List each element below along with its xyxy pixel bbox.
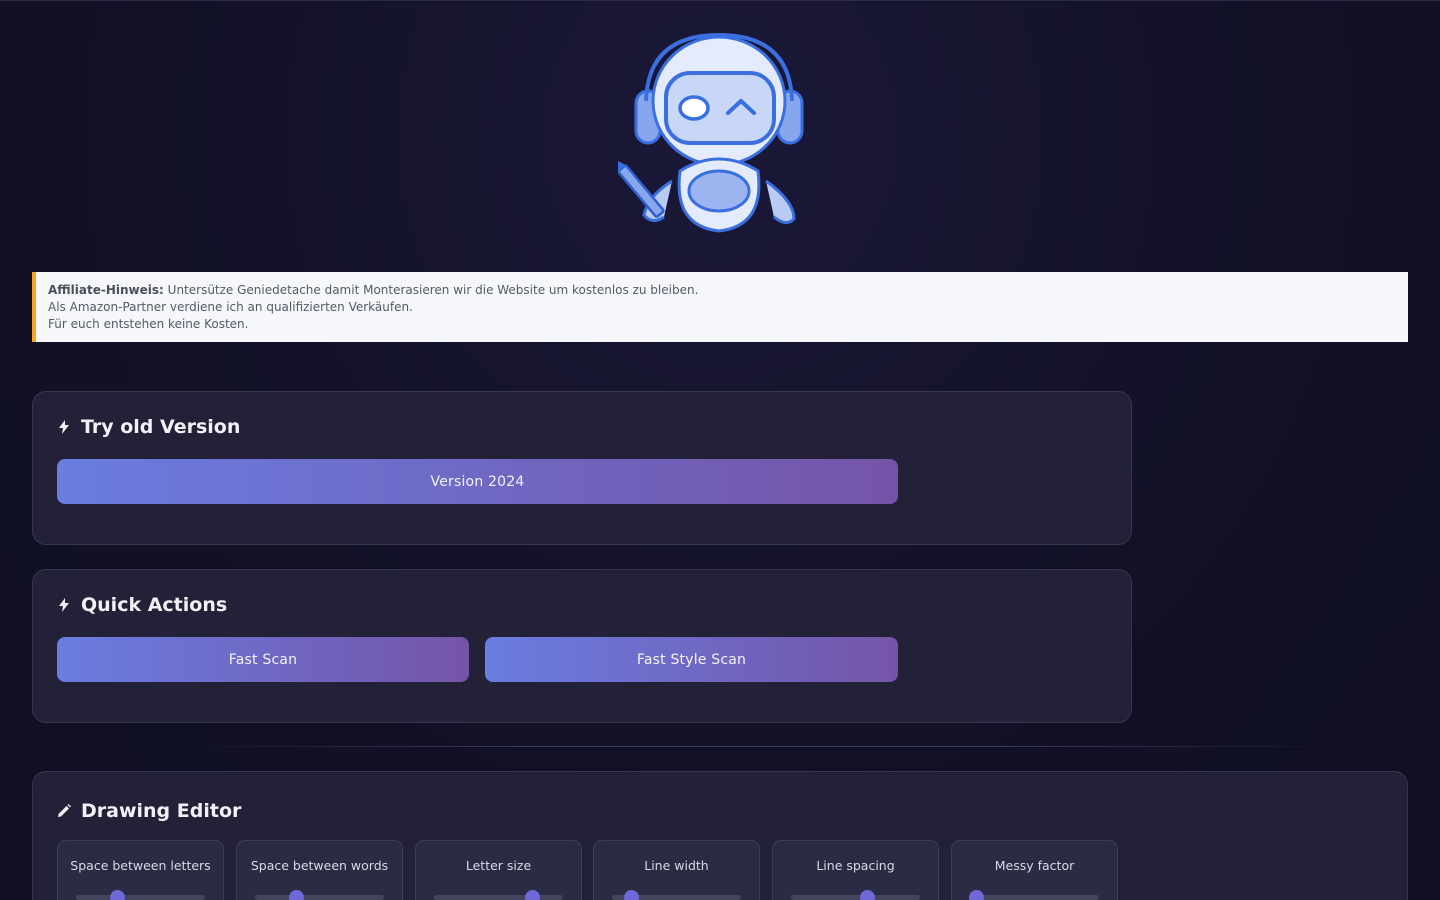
- letter-size-slider[interactable]: [434, 890, 563, 900]
- affiliate-notice-line-2: Als Amazon-Partner verdiene ich an quali…: [48, 300, 413, 314]
- slider-thumb[interactable]: [860, 890, 876, 900]
- old-version-title: Try old Version: [57, 416, 240, 438]
- line-spacing-slider[interactable]: [791, 890, 920, 900]
- robot-mascot-logo: [618, 32, 804, 233]
- space-between-words-slider[interactable]: [255, 890, 384, 900]
- drawing-editor-title: Drawing Editor: [57, 800, 241, 822]
- old-version-card: Try old Version Version 2024: [32, 391, 1132, 545]
- affiliate-notice-label: Affiliate-Hinweis:: [48, 283, 164, 297]
- affiliate-notice-line-3: Für euch entstehen keine Kosten.: [48, 317, 249, 331]
- space-between-letters-slider[interactable]: [76, 890, 205, 900]
- drawing-editor-card: Drawing Editor Space between letters Spa…: [32, 771, 1408, 900]
- old-version-title-text: Try old Version: [81, 416, 241, 438]
- affiliate-notice: Affiliate-Hinweis: Untersütze Geniedetac…: [32, 272, 1408, 342]
- pencil-icon: [57, 803, 71, 819]
- slider-thumb[interactable]: [969, 890, 985, 900]
- slider-thumb[interactable]: [110, 890, 126, 900]
- quick-actions-title: Quick Actions: [57, 594, 227, 616]
- quick-actions-card: Quick Actions Fast Scan Fast Style Scan: [32, 569, 1132, 723]
- control-label: Line width: [644, 858, 709, 873]
- affiliate-notice-line-1: Untersütze Geniedetache damit Monterasie…: [167, 283, 699, 297]
- page: Affiliate-Hinweis: Untersütze Geniedetac…: [0, 0, 1440, 900]
- control-letter-size: Letter size: [415, 840, 582, 900]
- control-label: Messy factor: [994, 858, 1075, 873]
- quick-actions-title-text: Quick Actions: [81, 594, 228, 616]
- section-divider: [170, 746, 1350, 747]
- control-messy-factor: Messy factor: [951, 840, 1118, 900]
- slider-thumb[interactable]: [525, 890, 541, 900]
- fast-scan-button[interactable]: Fast Scan: [57, 637, 469, 682]
- fast-style-scan-button[interactable]: Fast Style Scan: [485, 637, 898, 682]
- control-line-width: Line width: [593, 840, 760, 900]
- control-label: Space between words: [250, 858, 389, 873]
- control-label: Line spacing: [816, 858, 895, 873]
- lightning-icon: [57, 597, 71, 613]
- control-label: Space between letters: [70, 858, 211, 873]
- control-space-between-words: Space between words: [236, 840, 403, 900]
- control-label: Letter size: [465, 858, 532, 873]
- control-space-between-letters: Space between letters: [57, 840, 224, 900]
- control-line-spacing: Line spacing: [772, 840, 939, 900]
- slider-thumb[interactable]: [624, 890, 640, 900]
- version-2024-button[interactable]: Version 2024: [57, 459, 898, 504]
- slider-thumb[interactable]: [289, 890, 305, 900]
- lightning-icon: [57, 419, 71, 435]
- messy-factor-slider[interactable]: [969, 890, 1099, 900]
- drawing-editor-title-text: Drawing Editor: [81, 800, 242, 822]
- line-width-slider[interactable]: [612, 890, 741, 900]
